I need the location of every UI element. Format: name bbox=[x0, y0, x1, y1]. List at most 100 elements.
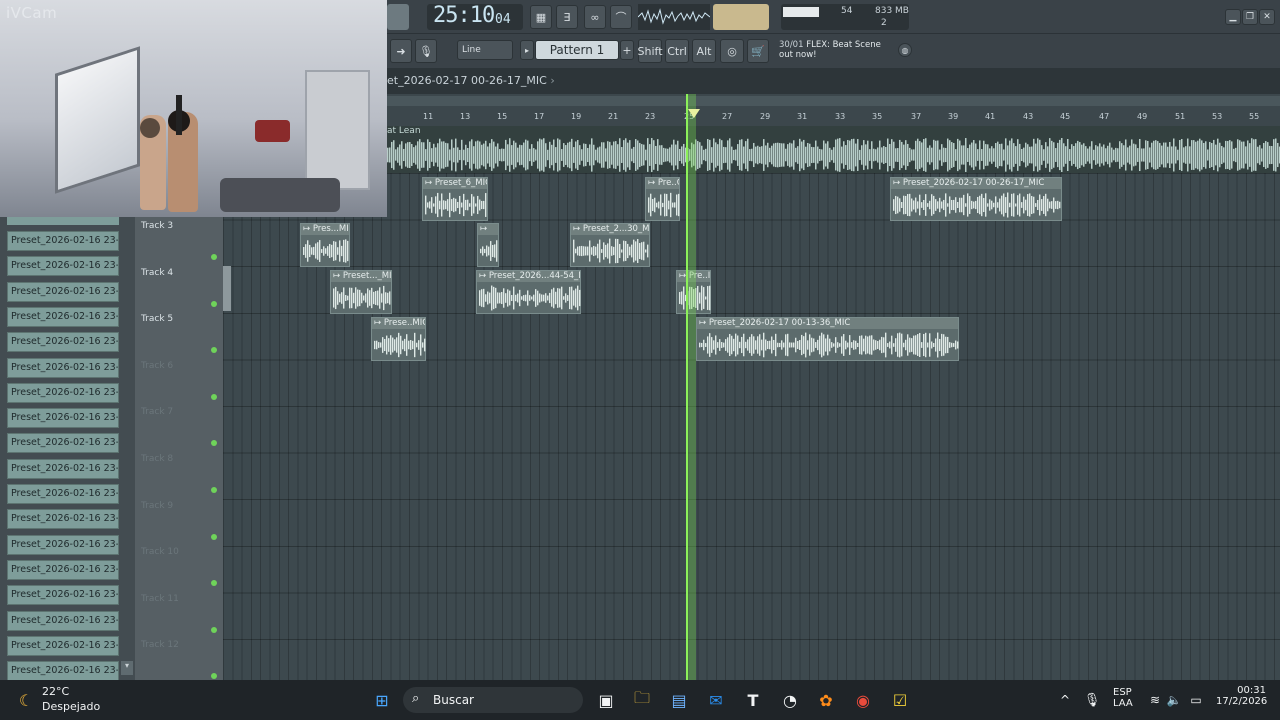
track-name[interactable]: Track 10 bbox=[141, 547, 179, 557]
browser-item[interactable]: Preset_2026-02-16 23-21.. bbox=[7, 231, 119, 251]
browser-item[interactable]: Preset_2026-02-16 23-24.. bbox=[7, 484, 119, 504]
browser-item[interactable]: Preset_2026-02-16 23-22.. bbox=[7, 357, 119, 378]
browser-item[interactable]: Preset_2026-02-16 23-23.. bbox=[7, 458, 119, 479]
track-name[interactable]: Track 3 bbox=[141, 221, 173, 231]
clip-label: Preset_6_MIC bbox=[434, 178, 487, 188]
ctrl-button[interactable]: Ctrl bbox=[665, 39, 689, 63]
notes-app-icon[interactable]: ☑ bbox=[888, 688, 912, 712]
track-mute-led[interactable] bbox=[211, 673, 217, 680]
pattern-selector[interactable]: Pattern 1 bbox=[535, 40, 619, 60]
track-name[interactable]: Track 7 bbox=[141, 407, 173, 417]
track-name[interactable]: Track 9 bbox=[141, 501, 173, 511]
audio-clip[interactable]: ↦ Preset_2026-02-17 00-13-36_MIC bbox=[696, 317, 959, 361]
playhead-marker-icon[interactable] bbox=[688, 109, 700, 118]
master-wave-graphic bbox=[387, 138, 1280, 172]
windows-taskbar: ☾ 22°C Despejado ⊞ ⌕ Buscar ▣ 🗀 ▤ ✉ T ◔ … bbox=[0, 680, 1280, 720]
clip-label: Preset..._MIC bbox=[342, 271, 391, 281]
browser-item[interactable]: Preset_2026-02-16 23-28.. bbox=[7, 559, 119, 580]
browser-item[interactable]: Preset_2026-02-16 23-29.. bbox=[7, 610, 119, 631]
audio-clip[interactable]: ↦ Preset..._MIC bbox=[330, 270, 392, 314]
browser-item[interactable]: Preset_2026-02-16 23-30.. bbox=[7, 635, 119, 656]
track-name[interactable]: Track 4 bbox=[141, 268, 173, 278]
microphone-icon[interactable]: 🎙 bbox=[415, 39, 437, 63]
maximize-button[interactable]: ❐ bbox=[1242, 9, 1258, 25]
track-mute-led[interactable] bbox=[211, 347, 217, 354]
audio-clip[interactable]: ↦ Preset_2...30_MIC bbox=[570, 223, 650, 267]
alt-button[interactable]: Alt bbox=[692, 39, 716, 63]
audio-clip[interactable]: ↦ Preset_6_MIC bbox=[422, 177, 488, 221]
browser-item[interactable]: Preset_2026-02-16 23-22.. bbox=[7, 332, 119, 353]
chrome-icon[interactable]: ◉ bbox=[851, 688, 875, 712]
track-mute-led[interactable] bbox=[211, 440, 217, 447]
pattern-prev-button[interactable]: ▸ bbox=[520, 40, 534, 60]
chevron-up-icon[interactable]: ^ bbox=[1053, 688, 1077, 712]
app-icon[interactable]: ◔ bbox=[778, 688, 802, 712]
browser-item[interactable]: Preset_2026-02-16 23-30.. bbox=[7, 661, 119, 682]
shop-cart-icon[interactable]: 🛒 bbox=[747, 39, 769, 63]
file-explorer-icon[interactable]: 🗀 bbox=[630, 688, 654, 712]
shift-button[interactable]: Shift bbox=[638, 39, 663, 63]
battery-icon[interactable]: ▭ bbox=[1184, 688, 1208, 712]
timeline-ruler[interactable]: 11 13 15 17 19 21 23 25 27 29 31 33 35 37 39 41 43 45 47 49… bbox=[387, 94, 1280, 126]
minimize-button[interactable]: ▁ bbox=[1225, 9, 1241, 25]
browser-item[interactable]: Preset_2026-02-16 23-21.. bbox=[7, 256, 119, 277]
store-icon[interactable]: ▤ bbox=[667, 688, 691, 712]
language-indicator[interactable]: ESP LAA bbox=[1113, 687, 1133, 709]
metronome-icon[interactable]: ⌒ bbox=[610, 5, 632, 29]
scroll-down-icon[interactable]: ▾ bbox=[121, 661, 133, 675]
track-mute-led[interactable] bbox=[211, 533, 217, 540]
voices-value: 2 bbox=[881, 18, 887, 28]
moon-weather-icon[interactable]: ☾ bbox=[14, 688, 38, 712]
snap-select[interactable]: Line bbox=[457, 40, 513, 60]
step-edit-icon[interactable]: ∃ bbox=[556, 5, 578, 29]
fl-studio-icon[interactable]: ✿ bbox=[814, 688, 838, 712]
browser-item[interactable]: Preset_2026-02-16 23-22.. bbox=[7, 382, 119, 403]
browser-icon[interactable]: ◎ bbox=[720, 39, 744, 63]
playhead[interactable] bbox=[686, 94, 696, 680]
browser-item[interactable]: Preset_2026-02-16 23-22.. bbox=[7, 306, 119, 327]
close-button[interactable]: ✕ bbox=[1259, 9, 1275, 25]
track-name[interactable]: Track 11 bbox=[141, 594, 179, 604]
bpm-box[interactable] bbox=[387, 4, 409, 30]
track-mute-led[interactable] bbox=[211, 254, 217, 260]
typing-keyboard-icon[interactable]: ▦ bbox=[530, 5, 552, 29]
playlist-scrollbar[interactable] bbox=[223, 266, 231, 311]
track-name[interactable]: Track 5 bbox=[141, 314, 173, 324]
loop-record-icon[interactable]: ∞ bbox=[584, 5, 606, 29]
track-name[interactable]: Track 8 bbox=[141, 454, 173, 464]
weather-desc[interactable]: Despejado bbox=[42, 700, 100, 713]
browser-item[interactable]: Preset_2026-02-16 23-24.. bbox=[7, 509, 119, 530]
browser-item[interactable]: Preset_2026-02-16 23-23.. bbox=[7, 433, 119, 454]
browser-item[interactable]: Preset_2026-02-16 23-22.. bbox=[7, 281, 119, 302]
track-name[interactable]: Track 6 bbox=[141, 361, 173, 371]
tradingview-icon[interactable]: T bbox=[741, 688, 765, 712]
track-mute-led[interactable] bbox=[211, 580, 217, 587]
track-mute-led[interactable] bbox=[211, 300, 217, 307]
browser-item[interactable]: Preset_2026-02-16 23-23.. bbox=[7, 408, 119, 429]
browser-item[interactable]: Preset_2026-02-16 23-29.. bbox=[7, 585, 119, 606]
track-mute-led[interactable] bbox=[211, 393, 217, 400]
audio-clip[interactable]: ↦ Pres...MIC bbox=[300, 223, 350, 267]
track-name[interactable]: Track 12 bbox=[141, 640, 179, 650]
track-mute-led[interactable] bbox=[211, 626, 217, 633]
audio-clip[interactable]: ↦ Pre..C bbox=[645, 177, 680, 221]
search-box[interactable]: ⌕ Buscar bbox=[403, 687, 583, 713]
clock[interactable]: 00:31 17/2/2026 bbox=[1216, 685, 1267, 707]
arrow-right-icon[interactable]: ➜ bbox=[390, 39, 412, 63]
audio-clip[interactable]: ↦ Preset_2026...44-54_MIC bbox=[476, 270, 581, 314]
task-view-icon[interactable]: ▣ bbox=[594, 688, 618, 712]
track-mute-led[interactable] bbox=[211, 487, 217, 493]
audio-clip[interactable]: ↦ Preset_2026-02-17 00-26-17_MIC bbox=[890, 177, 1062, 221]
playlist-grid[interactable]: ↦ Preset_6_MIC ↦ Pre..C ↦ Preset_2026-02-1… bbox=[223, 173, 1280, 680]
volume-icon[interactable]: 🔈 bbox=[1162, 688, 1186, 712]
add-pattern-button[interactable]: + bbox=[620, 40, 634, 60]
news-panel[interactable]: 30/01 FLEX: Beat Scene out now! bbox=[779, 40, 881, 60]
globe-icon[interactable]: ◍ bbox=[898, 43, 912, 57]
weather-temp[interactable]: 22°C bbox=[42, 685, 69, 698]
windows-start-icon[interactable]: ⊞ bbox=[370, 688, 394, 712]
browser-item[interactable]: Preset_2026-02-16 23-24.. bbox=[7, 534, 119, 555]
audio-clip[interactable]: ↦ Prese..MIC bbox=[371, 317, 426, 361]
microphone-tray-icon[interactable]: 🎙 bbox=[1080, 688, 1104, 712]
audio-clip[interactable]: ↦ bbox=[477, 223, 499, 267]
mail-icon[interactable]: ✉ bbox=[704, 688, 728, 712]
